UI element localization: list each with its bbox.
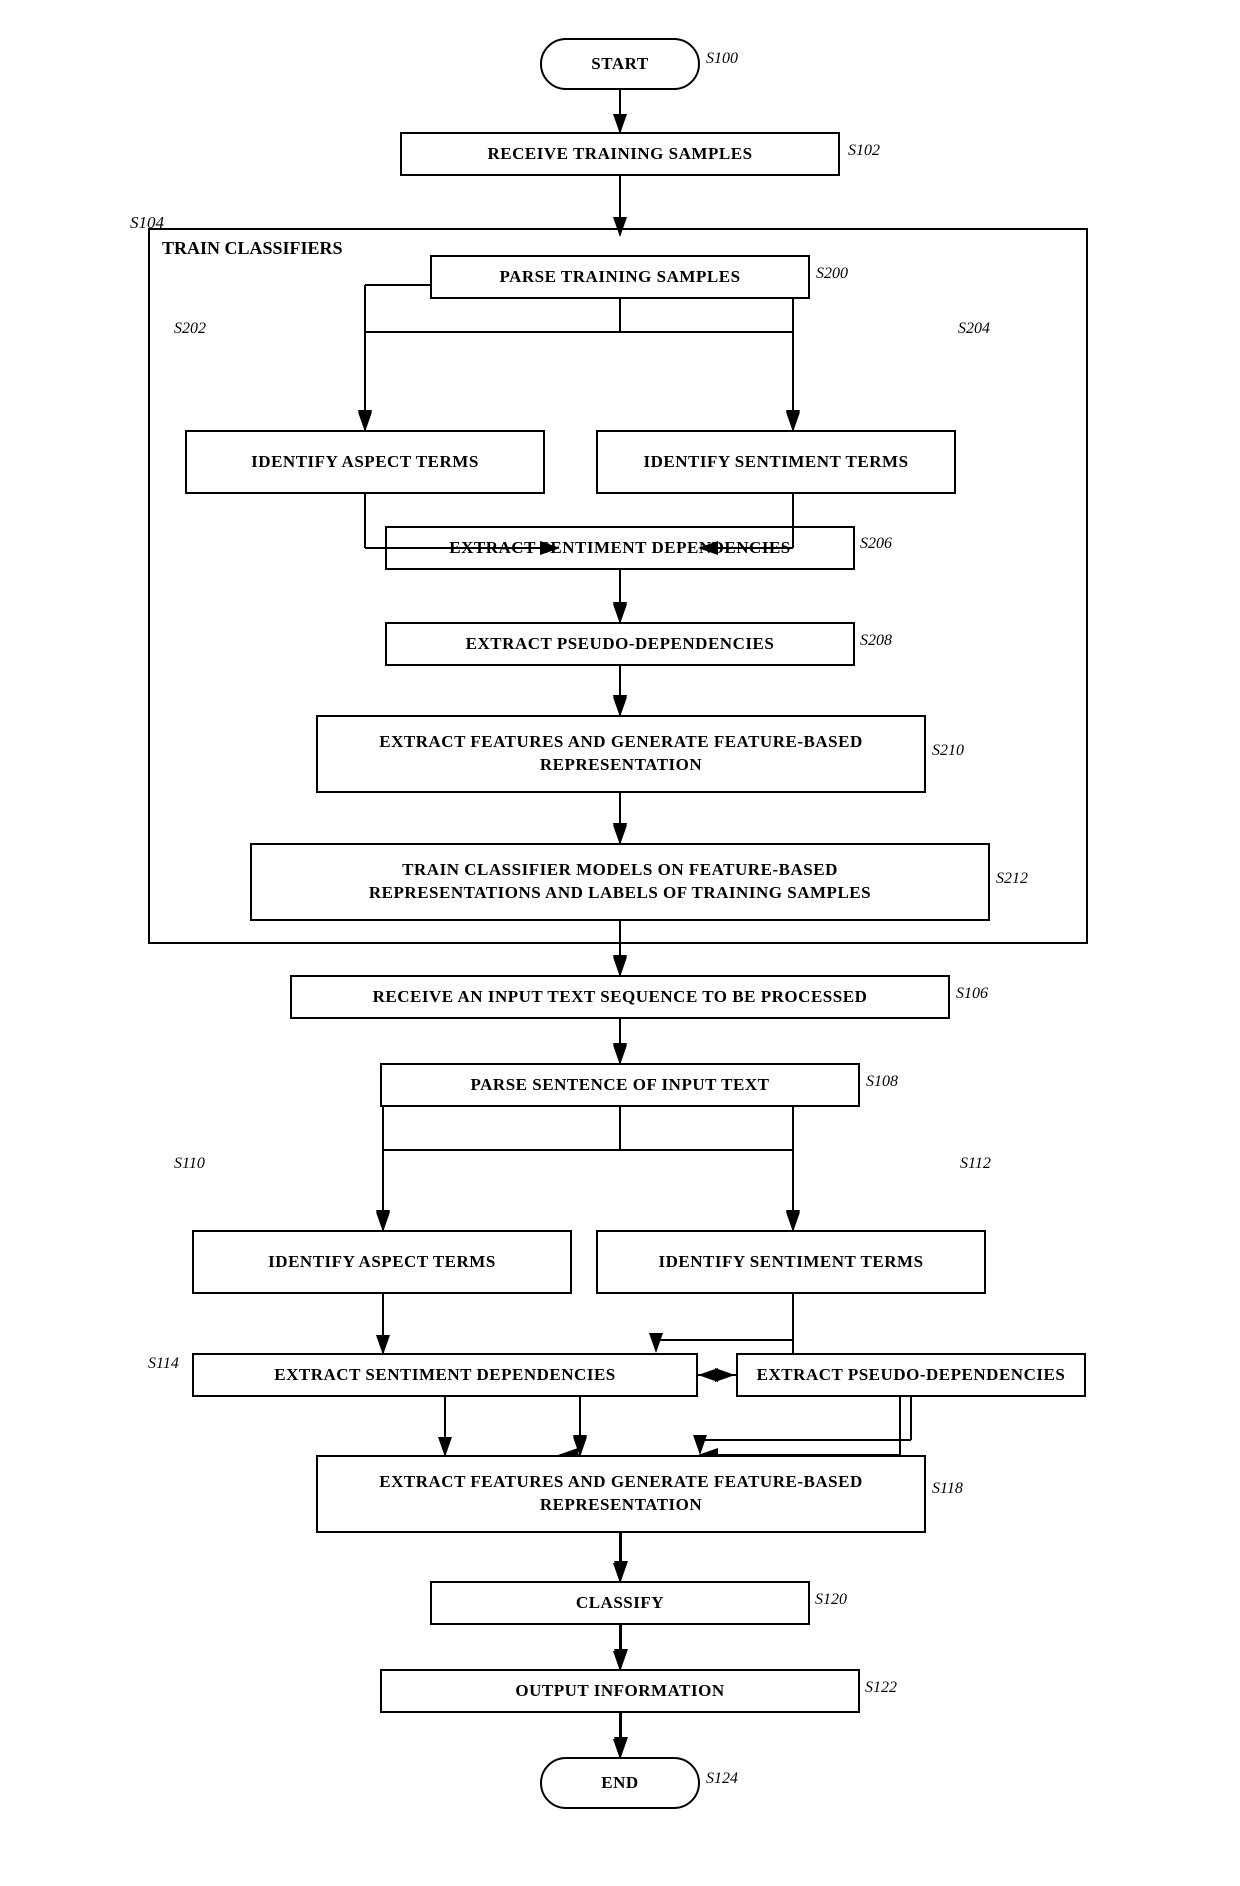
train-classifier-node: TRAIN CLASSIFIER MODELS ON FEATURE-BASED… (250, 843, 990, 921)
s110-tag: S110 (174, 1155, 205, 1173)
receive-training-tag: S102 (848, 142, 880, 160)
extract-sentiment-dep-train-tag: S206 (860, 535, 892, 553)
extract-pseudo-node: EXTRACT PSEUDO-DEPENDENCIES (736, 1353, 1086, 1397)
s114-tag: S114 (148, 1355, 179, 1373)
flowchart-diagram: START S100 RECEIVE TRAINING SAMPLES S102… (0, 0, 1240, 1886)
output-info-tag: S122 (865, 1679, 897, 1697)
extract-pseudo-train-tag: S208 (860, 632, 892, 650)
identify-aspect-train-node: IDENTIFY ASPECT TERMS (185, 430, 545, 494)
start-node: START (540, 38, 700, 90)
receive-input-label: RECEIVE AN INPUT TEXT SEQUENCE TO BE PRO… (373, 987, 868, 1007)
end-label: END (601, 1773, 638, 1793)
extract-features-node: EXTRACT FEATURES AND GENERATE FEATURE-BA… (316, 1455, 926, 1533)
receive-training-label: RECEIVE TRAINING SAMPLES (487, 144, 752, 164)
start-tag: S100 (706, 50, 738, 68)
receive-input-node: RECEIVE AN INPUT TEXT SEQUENCE TO BE PRO… (290, 975, 950, 1019)
identify-aspect-label: IDENTIFY ASPECT TERMS (268, 1252, 496, 1272)
parse-training-node: PARSE TRAINING SAMPLES (430, 255, 810, 299)
identify-aspect-train-label: IDENTIFY ASPECT TERMS (251, 452, 479, 472)
parse-training-label: PARSE TRAINING SAMPLES (499, 267, 740, 287)
output-info-node: OUTPUT INFORMATION (380, 1669, 860, 1713)
train-classifier-tag: S212 (996, 870, 1028, 888)
receive-training-node: RECEIVE TRAINING SAMPLES (400, 132, 840, 176)
identify-sentiment-train-label: IDENTIFY SENTIMENT TERMS (643, 452, 908, 472)
extract-features-train-tag: S210 (932, 742, 964, 760)
train-classifier-label: TRAIN CLASSIFIER MODELS ON FEATURE-BASED… (369, 859, 871, 905)
classify-label: CLASSIFY (576, 1593, 664, 1613)
s112-tag: S112 (960, 1155, 991, 1173)
identify-sentiment-label: IDENTIFY SENTIMENT TERMS (658, 1252, 923, 1272)
parse-training-tag: S200 (816, 265, 848, 283)
end-node: END (540, 1757, 700, 1809)
extract-features-label: EXTRACT FEATURES AND GENERATE FEATURE-BA… (379, 1471, 863, 1517)
s204-tag: S204 (958, 320, 990, 338)
identify-sentiment-train-node: IDENTIFY SENTIMENT TERMS (596, 430, 956, 494)
end-tag: S124 (706, 1770, 738, 1788)
extract-pseudo-label: EXTRACT PSEUDO-DEPENDENCIES (757, 1365, 1066, 1385)
extract-features-train-node: EXTRACT FEATURES AND GENERATE FEATURE-BA… (316, 715, 926, 793)
extract-sentiment-dep-label: EXTRACT SENTIMENT DEPENDENCIES (274, 1365, 616, 1385)
receive-input-tag: S106 (956, 985, 988, 1003)
parse-sentence-label: PARSE SENTENCE OF INPUT TEXT (471, 1075, 770, 1095)
extract-sentiment-dep-node: EXTRACT SENTIMENT DEPENDENCIES (192, 1353, 698, 1397)
identify-sentiment-node: IDENTIFY SENTIMENT TERMS (596, 1230, 986, 1294)
start-label: START (591, 54, 648, 74)
train-classifiers-box: TRAIN CLASSIFIERS (148, 228, 1088, 944)
extract-pseudo-train-node: EXTRACT PSEUDO-DEPENDENCIES (385, 622, 855, 666)
s202-tag: S202 (174, 320, 206, 338)
parse-sentence-node: PARSE SENTENCE OF INPUT TEXT (380, 1063, 860, 1107)
extract-sentiment-dep-train-node: EXTRACT SENTIMENT DEPENDENCIES (385, 526, 855, 570)
extract-features-tag: S118 (932, 1480, 963, 1498)
parse-sentence-tag: S108 (866, 1073, 898, 1091)
identify-aspect-node: IDENTIFY ASPECT TERMS (192, 1230, 572, 1294)
classify-node: CLASSIFY (430, 1581, 810, 1625)
esd-epd-arrow (698, 1353, 738, 1397)
extract-sentiment-dep-train-label: EXTRACT SENTIMENT DEPENDENCIES (449, 538, 791, 558)
output-info-label: OUTPUT INFORMATION (515, 1681, 724, 1701)
classify-tag: S120 (815, 1591, 847, 1609)
extract-features-train-label: EXTRACT FEATURES AND GENERATE FEATURE-BA… (379, 731, 863, 777)
extract-pseudo-train-label: EXTRACT PSEUDO-DEPENDENCIES (466, 634, 775, 654)
train-classifiers-label: TRAIN CLASSIFIERS (162, 238, 343, 259)
